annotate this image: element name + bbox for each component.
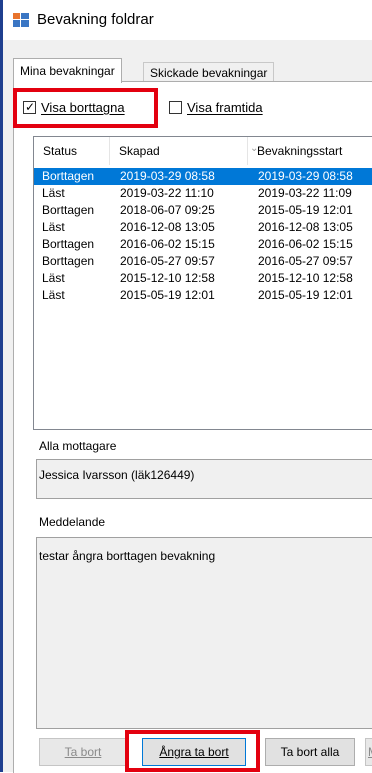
cell-status: Borttagen	[42, 254, 95, 268]
app-icon	[13, 13, 29, 27]
checkbox-box[interactable]	[169, 100, 182, 114]
cell-start: 2016-05-27 09:57	[258, 254, 353, 268]
recipients-label: Alla mottagare	[39, 439, 117, 453]
cell-start: 2019-03-29 08:58	[258, 169, 353, 183]
recipients-field: Jessica Ivarsson (läk126449)	[36, 459, 372, 499]
cell-skapad: 2016-06-02 15:15	[120, 237, 215, 251]
cell-status: Borttagen	[42, 169, 95, 183]
table-row[interactable]: Borttagen 2019-03-29 08:58 2019-03-29 08…	[34, 168, 372, 185]
column-header-skapad-label: Skapad	[119, 144, 160, 158]
cell-start: 2019-03-22 11:09	[258, 186, 352, 200]
cell-start: 2016-06-02 15:15	[258, 237, 353, 251]
table-header: Status Skapad ⌄ Bevakningsstart	[34, 137, 372, 165]
highlight-box-undo-remove	[125, 730, 260, 772]
table-row[interactable]: Läst 2019-03-22 11:10 2019-03-22 11:09	[34, 185, 372, 202]
table-row[interactable]: Borttagen 2016-06-02 15:15 2016-06-02 15…	[34, 236, 372, 253]
title-bar: Bevakning foldrar	[3, 0, 372, 40]
cell-skapad: 2015-05-19 12:01	[120, 288, 215, 302]
remove-button[interactable]: Ta bort	[39, 738, 127, 766]
column-header-status[interactable]: Status	[34, 137, 110, 165]
partial-button[interactable]: M	[365, 738, 372, 766]
cell-status: Borttagen	[42, 237, 95, 251]
table-row[interactable]: Läst 2015-05-19 12:01 2015-05-19 12:01	[34, 287, 372, 304]
column-header-skapad[interactable]: Skapad ⌄	[110, 137, 258, 165]
cell-start: 2015-12-10 12:58	[258, 271, 353, 285]
cell-skapad: 2018-06-07 09:25	[120, 203, 215, 217]
show-future-checkbox[interactable]: Visa framtida	[169, 97, 263, 117]
cell-skapad: 2019-03-22 11:10	[120, 186, 214, 200]
table-row[interactable]: Borttagen 2018-06-07 09:25 2015-05-19 12…	[34, 202, 372, 219]
cell-status: Borttagen	[42, 203, 95, 217]
partial-button-label: M	[368, 745, 372, 759]
cell-skapad: 2016-05-27 09:57	[120, 254, 215, 268]
cell-status: Läst	[42, 186, 65, 200]
show-future-label: Visa framtida	[187, 99, 263, 115]
cell-status: Läst	[42, 220, 65, 234]
cell-skapad: 2015-12-10 12:58	[120, 271, 215, 285]
cell-status: Läst	[42, 288, 65, 302]
table-row[interactable]: Läst 2016-12-08 13:05 2016-12-08 13:05	[34, 219, 372, 236]
table-row[interactable]: Läst 2015-12-10 12:58 2015-12-10 12:58	[34, 270, 372, 287]
cell-skapad: 2019-03-29 08:58	[120, 169, 215, 183]
main-window: Bevakning foldrar Mina bevakningar Skick…	[0, 0, 372, 773]
tab-mina-bevakningar[interactable]: Mina bevakningar	[13, 58, 122, 83]
cell-skapad: 2016-12-08 13:05	[120, 220, 215, 234]
cell-start: 2015-05-19 12:01	[258, 288, 353, 302]
table-row[interactable]: Borttagen 2016-05-27 09:57 2016-05-27 09…	[34, 253, 372, 270]
tab-skickade-bevakningar[interactable]: Skickade bevakningar	[143, 62, 275, 83]
cell-start: 2016-12-08 13:05	[258, 220, 353, 234]
cell-start: 2015-05-19 12:01	[258, 203, 353, 217]
remove-all-button-label: Ta bort alla	[280, 745, 340, 759]
watch-list-table[interactable]: Status Skapad ⌄ Bevakningsstart Borttage…	[33, 136, 372, 430]
remove-all-button[interactable]: Ta bort alla	[265, 738, 355, 766]
message-label: Meddelande	[39, 515, 106, 529]
cell-status: Läst	[42, 271, 65, 285]
highlight-box-show-deleted	[13, 88, 158, 128]
message-field[interactable]: testar ångra borttagen bevakning	[36, 537, 372, 729]
column-header-bevakningsstart[interactable]: Bevakningsstart	[248, 137, 372, 165]
window-title: Bevakning foldrar	[37, 11, 154, 28]
remove-button-label: Ta bort	[64, 745, 102, 759]
